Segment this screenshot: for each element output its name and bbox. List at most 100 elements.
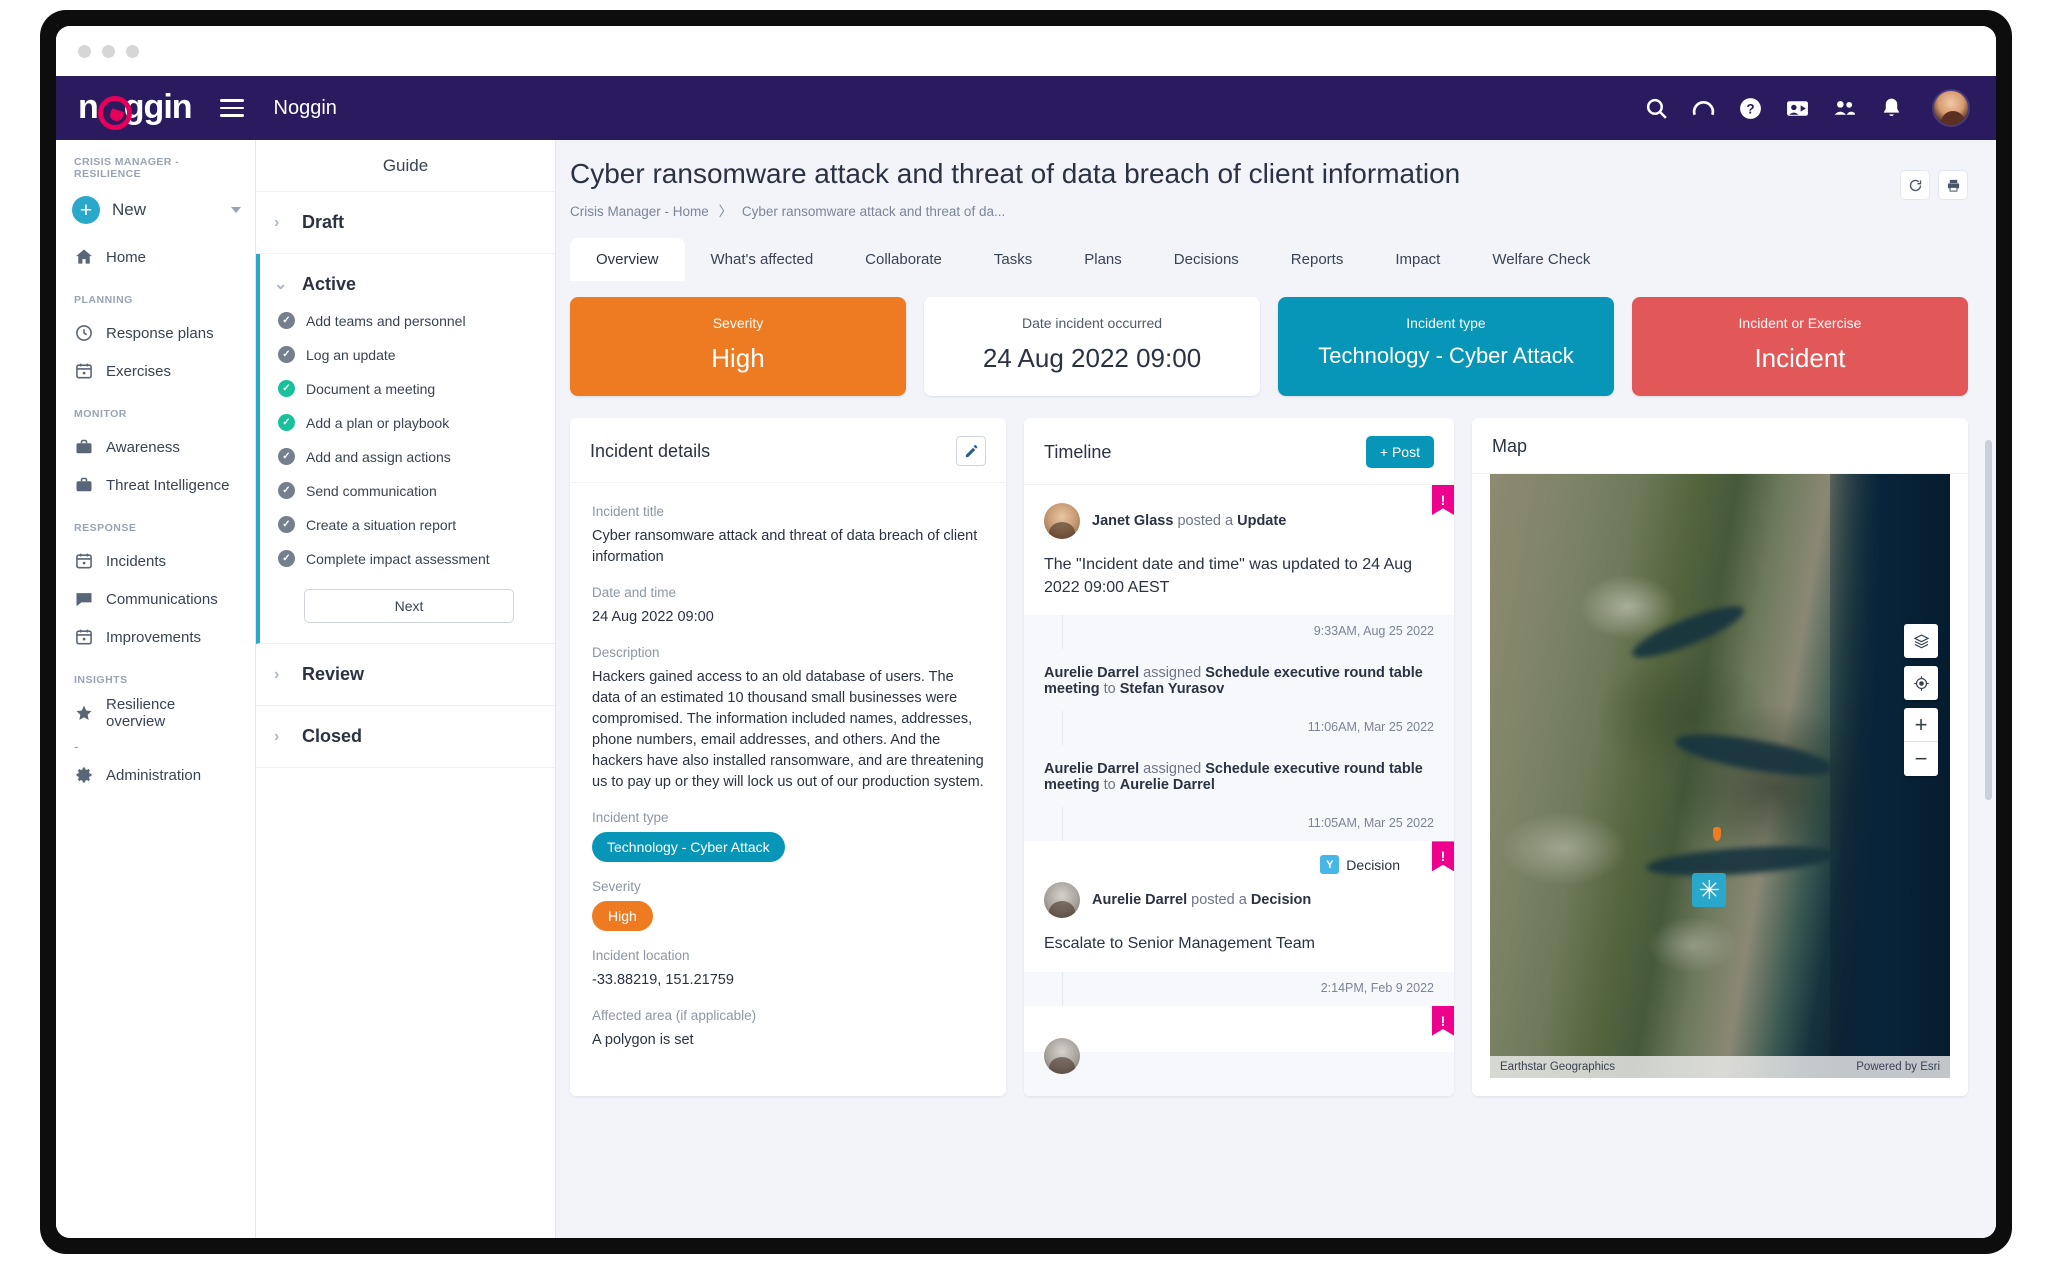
main-scrollbar[interactable] bbox=[1985, 440, 1992, 800]
print-icon bbox=[1947, 179, 1959, 192]
check-circle-icon: ✓ bbox=[278, 482, 295, 499]
priority-flag-icon: ! bbox=[1432, 485, 1454, 515]
window-minimize-dot[interactable] bbox=[102, 44, 115, 58]
guide-section-closed[interactable]: › Closed bbox=[256, 706, 555, 768]
tab-decisions[interactable]: Decisions bbox=[1148, 238, 1265, 281]
guide-section-closed-header[interactable]: › Closed bbox=[274, 726, 555, 747]
timeline-event-decision[interactable]: ! Y Decision Aurelie Darrel posted a Dec… bbox=[1024, 841, 1454, 972]
application-root: n ggin Noggin ? CRISIS MANAGER - RESILIE… bbox=[56, 76, 1996, 1238]
menu-toggle-button[interactable] bbox=[219, 99, 244, 117]
guide-section-review-header[interactable]: › Review bbox=[274, 664, 555, 685]
sidebar-item-improvements[interactable]: Improvements bbox=[56, 618, 255, 656]
sidebar-item-exercises[interactable]: Exercises bbox=[56, 352, 255, 390]
tab-impact[interactable]: Impact bbox=[1369, 238, 1466, 281]
priority-flag-icon: ! bbox=[1432, 1005, 1454, 1036]
guide-panel: Guide › Draft ⌄ Active ✓ Add teams and p… bbox=[256, 140, 556, 1238]
new-button-label: New bbox=[112, 200, 147, 219]
kpi-card-date-occurred[interactable]: Date incident occurred 24 Aug 2022 09:00 bbox=[924, 297, 1260, 396]
ocean-region bbox=[1830, 474, 1950, 1078]
noggin-logo[interactable]: n ggin bbox=[78, 90, 193, 130]
sidebar-item-incidents[interactable]: Incidents bbox=[56, 542, 255, 580]
timeline-assignee: Aurelie Darrel bbox=[1119, 777, 1215, 794]
sidebar-item-resilience-overview[interactable]: Resilience overview bbox=[56, 694, 255, 732]
timeline-event-update[interactable]: ! Janet Glass posted a Update The "Incid… bbox=[1024, 485, 1454, 616]
timeline-verb: assigned bbox=[1143, 761, 1202, 778]
next-button[interactable]: Next bbox=[304, 589, 514, 623]
timeline-object: Update bbox=[1237, 513, 1287, 529]
search-icon[interactable] bbox=[1644, 96, 1669, 121]
timeline-event-partial[interactable]: ! bbox=[1024, 1005, 1454, 1074]
tab-overview[interactable]: Overview bbox=[570, 238, 685, 281]
timeline-actor: Aurelie Darrel bbox=[1092, 892, 1188, 909]
check-circle-icon: ✓ bbox=[278, 414, 295, 431]
svg-text:?: ? bbox=[1746, 101, 1754, 116]
sidebar-item-threat-intelligence[interactable]: Threat Intelligence bbox=[56, 466, 255, 504]
guide-task[interactable]: ✓ Document a meeting bbox=[274, 380, 555, 397]
new-button[interactable]: + New bbox=[56, 190, 255, 230]
refresh-button[interactable] bbox=[1900, 170, 1930, 200]
sidebar-item-response-plans[interactable]: Response plans bbox=[56, 314, 255, 352]
post-button[interactable]: + Post bbox=[1365, 436, 1434, 468]
panel-title: Map bbox=[1492, 436, 1528, 456]
guide-task[interactable]: ✓ Complete impact assessment bbox=[274, 550, 555, 567]
guide-task[interactable]: ✓ Create a situation report bbox=[274, 516, 555, 533]
guide-task[interactable]: ✓ Add and assign actions bbox=[274, 448, 555, 465]
incident-marker-icon[interactable]: ✳ bbox=[1692, 872, 1727, 907]
tab-whats-affected[interactable]: What's affected bbox=[685, 238, 840, 281]
guide-task[interactable]: ✓ Add teams and personnel bbox=[274, 312, 555, 329]
timeline-event-assignment[interactable]: Aurelie Darrel assigned Schedule executi… bbox=[1024, 745, 1454, 808]
tab-reports[interactable]: Reports bbox=[1265, 238, 1370, 281]
help-icon[interactable]: ? bbox=[1738, 96, 1763, 121]
timeline-event-assignment[interactable]: Aurelie Darrel assigned Schedule executi… bbox=[1024, 649, 1454, 712]
check-circle-icon: ✓ bbox=[278, 516, 295, 533]
timeline-list[interactable]: ! Janet Glass posted a Update The "Incid… bbox=[1024, 485, 1454, 1096]
kpi-card-row: Severity High Date incident occurred 24 … bbox=[556, 281, 1996, 396]
history-icon[interactable] bbox=[1691, 96, 1716, 121]
tab-welfare-check[interactable]: Welfare Check bbox=[1466, 238, 1616, 281]
guide-section-review[interactable]: › Review bbox=[256, 644, 555, 706]
contact-card-icon[interactable] bbox=[1785, 96, 1810, 121]
panel-title: Timeline bbox=[1044, 441, 1112, 462]
sidebar-item-administration[interactable]: Administration bbox=[56, 756, 255, 794]
edit-details-button[interactable] bbox=[956, 436, 986, 466]
sidebar-item-home[interactable]: Home bbox=[56, 238, 255, 276]
field-label-affected-area: Affected area (if applicable) bbox=[592, 1008, 757, 1024]
app-body: CRISIS MANAGER - RESILIENCE + New Home P… bbox=[56, 140, 1996, 1238]
layers-button[interactable] bbox=[1904, 624, 1938, 658]
notifications-bell-icon[interactable] bbox=[1879, 96, 1904, 121]
tab-plans[interactable]: Plans bbox=[1058, 238, 1148, 281]
tab-collaborate[interactable]: Collaborate bbox=[839, 238, 968, 281]
window-close-dot[interactable] bbox=[78, 44, 91, 58]
guide-task[interactable]: ✓ Add a plan or playbook bbox=[274, 414, 555, 431]
zoom-in-button[interactable]: + bbox=[1904, 708, 1938, 742]
locate-button[interactable] bbox=[1904, 666, 1938, 700]
guide-task[interactable]: ✓ Send communication bbox=[274, 482, 555, 499]
user-avatar[interactable] bbox=[1932, 89, 1970, 127]
timeline-verb: posted a bbox=[1177, 513, 1234, 529]
chevron-right-icon: › bbox=[274, 213, 280, 231]
sidebar-section-response: RESPONSE bbox=[74, 522, 137, 534]
zoom-out-button[interactable]: − bbox=[1904, 742, 1938, 776]
guide-section-active-header[interactable]: ⌄ Active bbox=[274, 274, 555, 295]
kpi-card-incident-or-exercise[interactable]: Incident or Exercise Incident bbox=[1632, 297, 1968, 396]
people-icon[interactable] bbox=[1832, 96, 1857, 121]
timeline-actor: Aurelie Darrel bbox=[1044, 761, 1140, 778]
guide-task[interactable]: ✓ Log an update bbox=[274, 346, 555, 363]
kpi-card-severity[interactable]: Severity High bbox=[570, 297, 906, 396]
guide-section-draft[interactable]: › Draft bbox=[256, 192, 555, 254]
print-button[interactable] bbox=[1938, 170, 1968, 200]
decision-tag-label: Decision bbox=[1346, 856, 1400, 873]
sidebar-item-communications[interactable]: Communications bbox=[56, 580, 255, 618]
tab-tasks[interactable]: Tasks bbox=[968, 238, 1058, 281]
clock-icon bbox=[76, 325, 92, 341]
field-value-date-and-time: 24 Aug 2022 09:00 bbox=[592, 609, 714, 626]
sidebar-item-label: Threat Intelligence bbox=[106, 476, 230, 494]
guide-section-draft-header[interactable]: › Draft bbox=[274, 212, 555, 233]
map-canvas[interactable]: ✳ + − Earthstar Geographics Powered by E… bbox=[1490, 474, 1950, 1078]
kpi-card-incident-type[interactable]: Incident type Technology - Cyber Attack bbox=[1278, 297, 1614, 396]
window-maximize-dot[interactable] bbox=[126, 44, 139, 58]
tab-bar: Overview What's affected Collaborate Tas… bbox=[570, 238, 1996, 281]
star-icon bbox=[76, 705, 92, 720]
sidebar-item-awareness[interactable]: Awareness bbox=[56, 428, 255, 466]
breadcrumb-root[interactable]: Crisis Manager - Home bbox=[570, 204, 709, 219]
